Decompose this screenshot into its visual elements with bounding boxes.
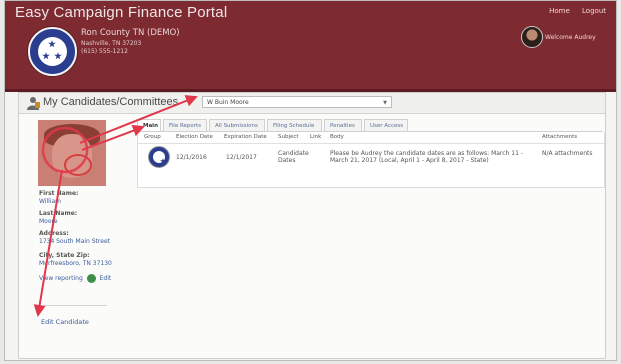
portal-window: Easy Campaign Finance Portal Home Logout… [4,0,617,361]
county-name: Ron County TN (DEMO) [81,28,180,38]
col-expiration-date[interactable]: Expiration Date [224,134,267,140]
app-title: Easy Campaign Finance Portal [15,4,228,21]
candidate-select-value: W Buin Moore [207,99,249,106]
row-election-date: 12/1/2016 [176,154,207,161]
chevron-down-icon: ▼ [383,100,387,106]
tab-user-access[interactable]: User Access [364,119,408,131]
logout-link[interactable]: Logout [582,7,606,15]
group-seal-icon [148,146,170,168]
globe-icon[interactable] [86,274,96,283]
last-name-field: Last Name: Moore [39,210,77,226]
edit-reporting-link[interactable]: Edit [100,275,112,282]
panel-title: My Candidates/Committees [43,96,179,108]
county-address: Nashville, TN 37203 [81,40,142,47]
candidate-photo [38,120,106,186]
row-expiration-date: 12/1/2017 [226,154,257,161]
notices-table: Group Election Date Expiration Date Subj… [137,132,605,188]
candidates-panel: My Candidates/Committees W Buin Moore ▼ … [18,92,606,359]
tab-main[interactable]: Main [137,119,161,131]
tab-penalties[interactable]: Penalties [324,119,362,131]
row-attachments: N/A attachments [542,150,593,157]
first-name-value: William [39,198,61,205]
city-value: Murfreesboro, TN 37130 [39,260,112,267]
col-group[interactable]: Group [144,134,161,140]
edit-candidate-link[interactable]: Edit Candidate [41,318,89,326]
col-link[interactable]: Link [310,134,321,140]
city-field: City, State Zip: Murfreesboro, TN 37130 [39,252,112,268]
person-icon [27,97,40,110]
user-avatar[interactable] [521,26,543,48]
address-value: 1734 South Main Street [39,238,110,245]
view-reporting-link[interactable]: View reporting [39,275,83,282]
last-name-value: Moore [39,218,58,225]
header-divider [138,143,604,144]
home-link[interactable]: Home [549,7,570,15]
tab-filing-schedule[interactable]: Filing Schedule [267,119,322,131]
first-name-field: First Name: William [39,190,78,206]
city-label: City, State Zip: [39,252,90,259]
county-phone: (615) 555-1212 [81,48,128,55]
tab-file-reports[interactable]: File Reports [163,119,207,131]
panel-header: My Candidates/Committees W Buin Moore ▼ [19,93,605,114]
first-name-label: First Name: [39,190,79,197]
col-election-date[interactable]: Election Date [176,134,213,140]
row-subject: Candidate Dates [278,150,309,164]
col-subject[interactable]: Subject [278,134,299,140]
state-seal-icon [28,27,77,76]
col-attachments[interactable]: Attachments [542,134,577,140]
address-field: Address: 1734 South Main Street [39,230,110,246]
welcome-text[interactable]: Welcome Audrey [545,34,596,41]
portal-header: Easy Campaign Finance Portal Home Logout… [5,1,616,92]
row-body-text: Please be Audrey the candidate dates are… [330,150,523,164]
address-label: Address: [39,230,69,237]
top-links: Home Logout [539,7,606,15]
divider [37,305,107,306]
col-body[interactable]: Body [330,134,344,140]
row-body: Please be Audrey the candidate dates are… [330,150,535,164]
last-name-label: Last Name: [39,210,78,217]
candidate-select[interactable]: W Buin Moore ▼ [202,96,392,108]
view-reporting-row: View reporting Edit [39,274,111,283]
tab-all-submissions[interactable]: All Submissions [209,119,265,131]
